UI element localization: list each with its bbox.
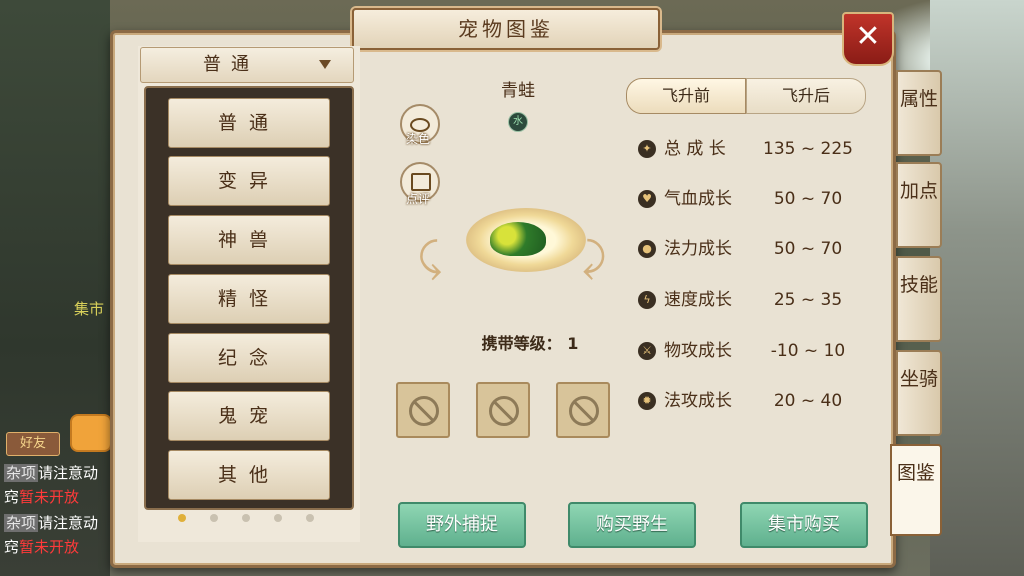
page-dot <box>210 514 218 522</box>
carry-level: 携带等级： 1 <box>481 334 579 353</box>
page-indicator <box>172 514 322 524</box>
forbidden-icon <box>569 396 599 426</box>
stat-row: ϟ 速度成长 25 ~ 35 <box>638 287 878 313</box>
page-dot <box>242 514 250 522</box>
tab-mount[interactable]: 坐骑 <box>896 350 942 436</box>
tab-before-ascension[interactable]: 飞升前 <box>626 78 746 114</box>
skill-slot-locked[interactable] <box>476 382 530 438</box>
category-option[interactable]: 神兽 <box>168 215 330 265</box>
dropdown-selected: 普通 <box>203 54 259 75</box>
rotate-left-arrow-icon[interactable]: ⤹ <box>418 238 442 278</box>
rotate-right-arrow-icon[interactable]: ⤸ <box>582 238 606 278</box>
tab-skills[interactable]: 技能 <box>896 256 942 342</box>
category-option[interactable]: 纪念 <box>168 333 330 383</box>
hp-growth-icon: ♥ <box>638 190 656 208</box>
tab-attributes[interactable]: 属性 <box>896 70 942 156</box>
pet-name: 青蛙 <box>501 81 535 101</box>
category-option[interactable]: 精怪 <box>168 274 330 324</box>
close-button[interactable]: ✕ <box>842 12 894 66</box>
chat-icon[interactable] <box>70 414 112 452</box>
category-dropdown[interactable]: 普通 <box>140 47 354 83</box>
dye-label: 染色 <box>405 132 430 146</box>
forbidden-icon <box>489 396 519 426</box>
buy-wild-button[interactable]: 购买野生 <box>568 502 696 548</box>
speed-growth-icon: ϟ <box>638 291 656 309</box>
comment-label: 点评 <box>405 192 430 206</box>
stat-row: ✹ 法攻成长 20 ~ 40 <box>638 388 878 414</box>
stat-row: ✦ 总 成 长 135 ~ 225 <box>638 136 878 162</box>
category-option[interactable]: 其他 <box>168 450 330 500</box>
window-title: 宠物图鉴 <box>458 17 554 41</box>
skill-slot-locked[interactable] <box>556 382 610 438</box>
page-dot <box>274 514 282 522</box>
chat-line[interactable]: 杂项 请注意动 <box>4 512 98 533</box>
category-option[interactable]: 普通 <box>168 98 330 148</box>
page-dot <box>306 514 314 522</box>
frog-pet-model <box>490 222 546 256</box>
stat-row: ● 法力成长 50 ~ 70 <box>638 236 878 262</box>
category-menu: 普通 变异 神兽 精怪 纪念 鬼宠 其他 <box>144 86 354 510</box>
chat-line[interactable]: 杂项 请注意动 <box>4 462 98 483</box>
category-option[interactable]: 鬼宠 <box>168 391 330 441</box>
forbidden-icon <box>409 396 439 426</box>
mana-growth-icon: ● <box>638 240 656 258</box>
phys-attack-growth-icon: ⚔ <box>638 342 656 360</box>
comment-icon <box>411 173 431 191</box>
stat-row: ♥ 气血成长 50 ~ 70 <box>638 186 878 212</box>
title-plate: 宠物图鉴 <box>352 8 660 50</box>
market-hint-text: 集市 <box>74 300 105 318</box>
total-growth-icon: ✦ <box>638 140 656 158</box>
tab-after-ascension[interactable]: 飞升后 <box>746 78 866 114</box>
scene-right <box>930 0 1024 576</box>
stat-row: ⚔ 物攻成长 -10 ~ 10 <box>638 338 878 364</box>
chat-line[interactable]: 窍暂未开放 <box>4 536 79 557</box>
category-option[interactable]: 变异 <box>168 156 330 206</box>
element-badge: 水 <box>508 112 528 132</box>
capture-in-wild-button[interactable]: 野外捕捉 <box>398 502 526 548</box>
tab-atlas[interactable]: 图鉴 <box>890 444 942 536</box>
tab-add-points[interactable]: 加点 <box>896 162 942 248</box>
page-dot-active <box>178 514 186 522</box>
dropdown-arrow-icon <box>319 60 331 69</box>
market-buy-button[interactable]: 集市购买 <box>740 502 868 548</box>
skill-slot-locked[interactable] <box>396 382 450 438</box>
friends-button[interactable]: 好友 <box>6 432 60 456</box>
growth-tabs: 飞升前 飞升后 <box>626 78 866 114</box>
magic-attack-growth-icon: ✹ <box>638 392 656 410</box>
chat-line[interactable]: 窍暂未开放 <box>4 486 79 507</box>
